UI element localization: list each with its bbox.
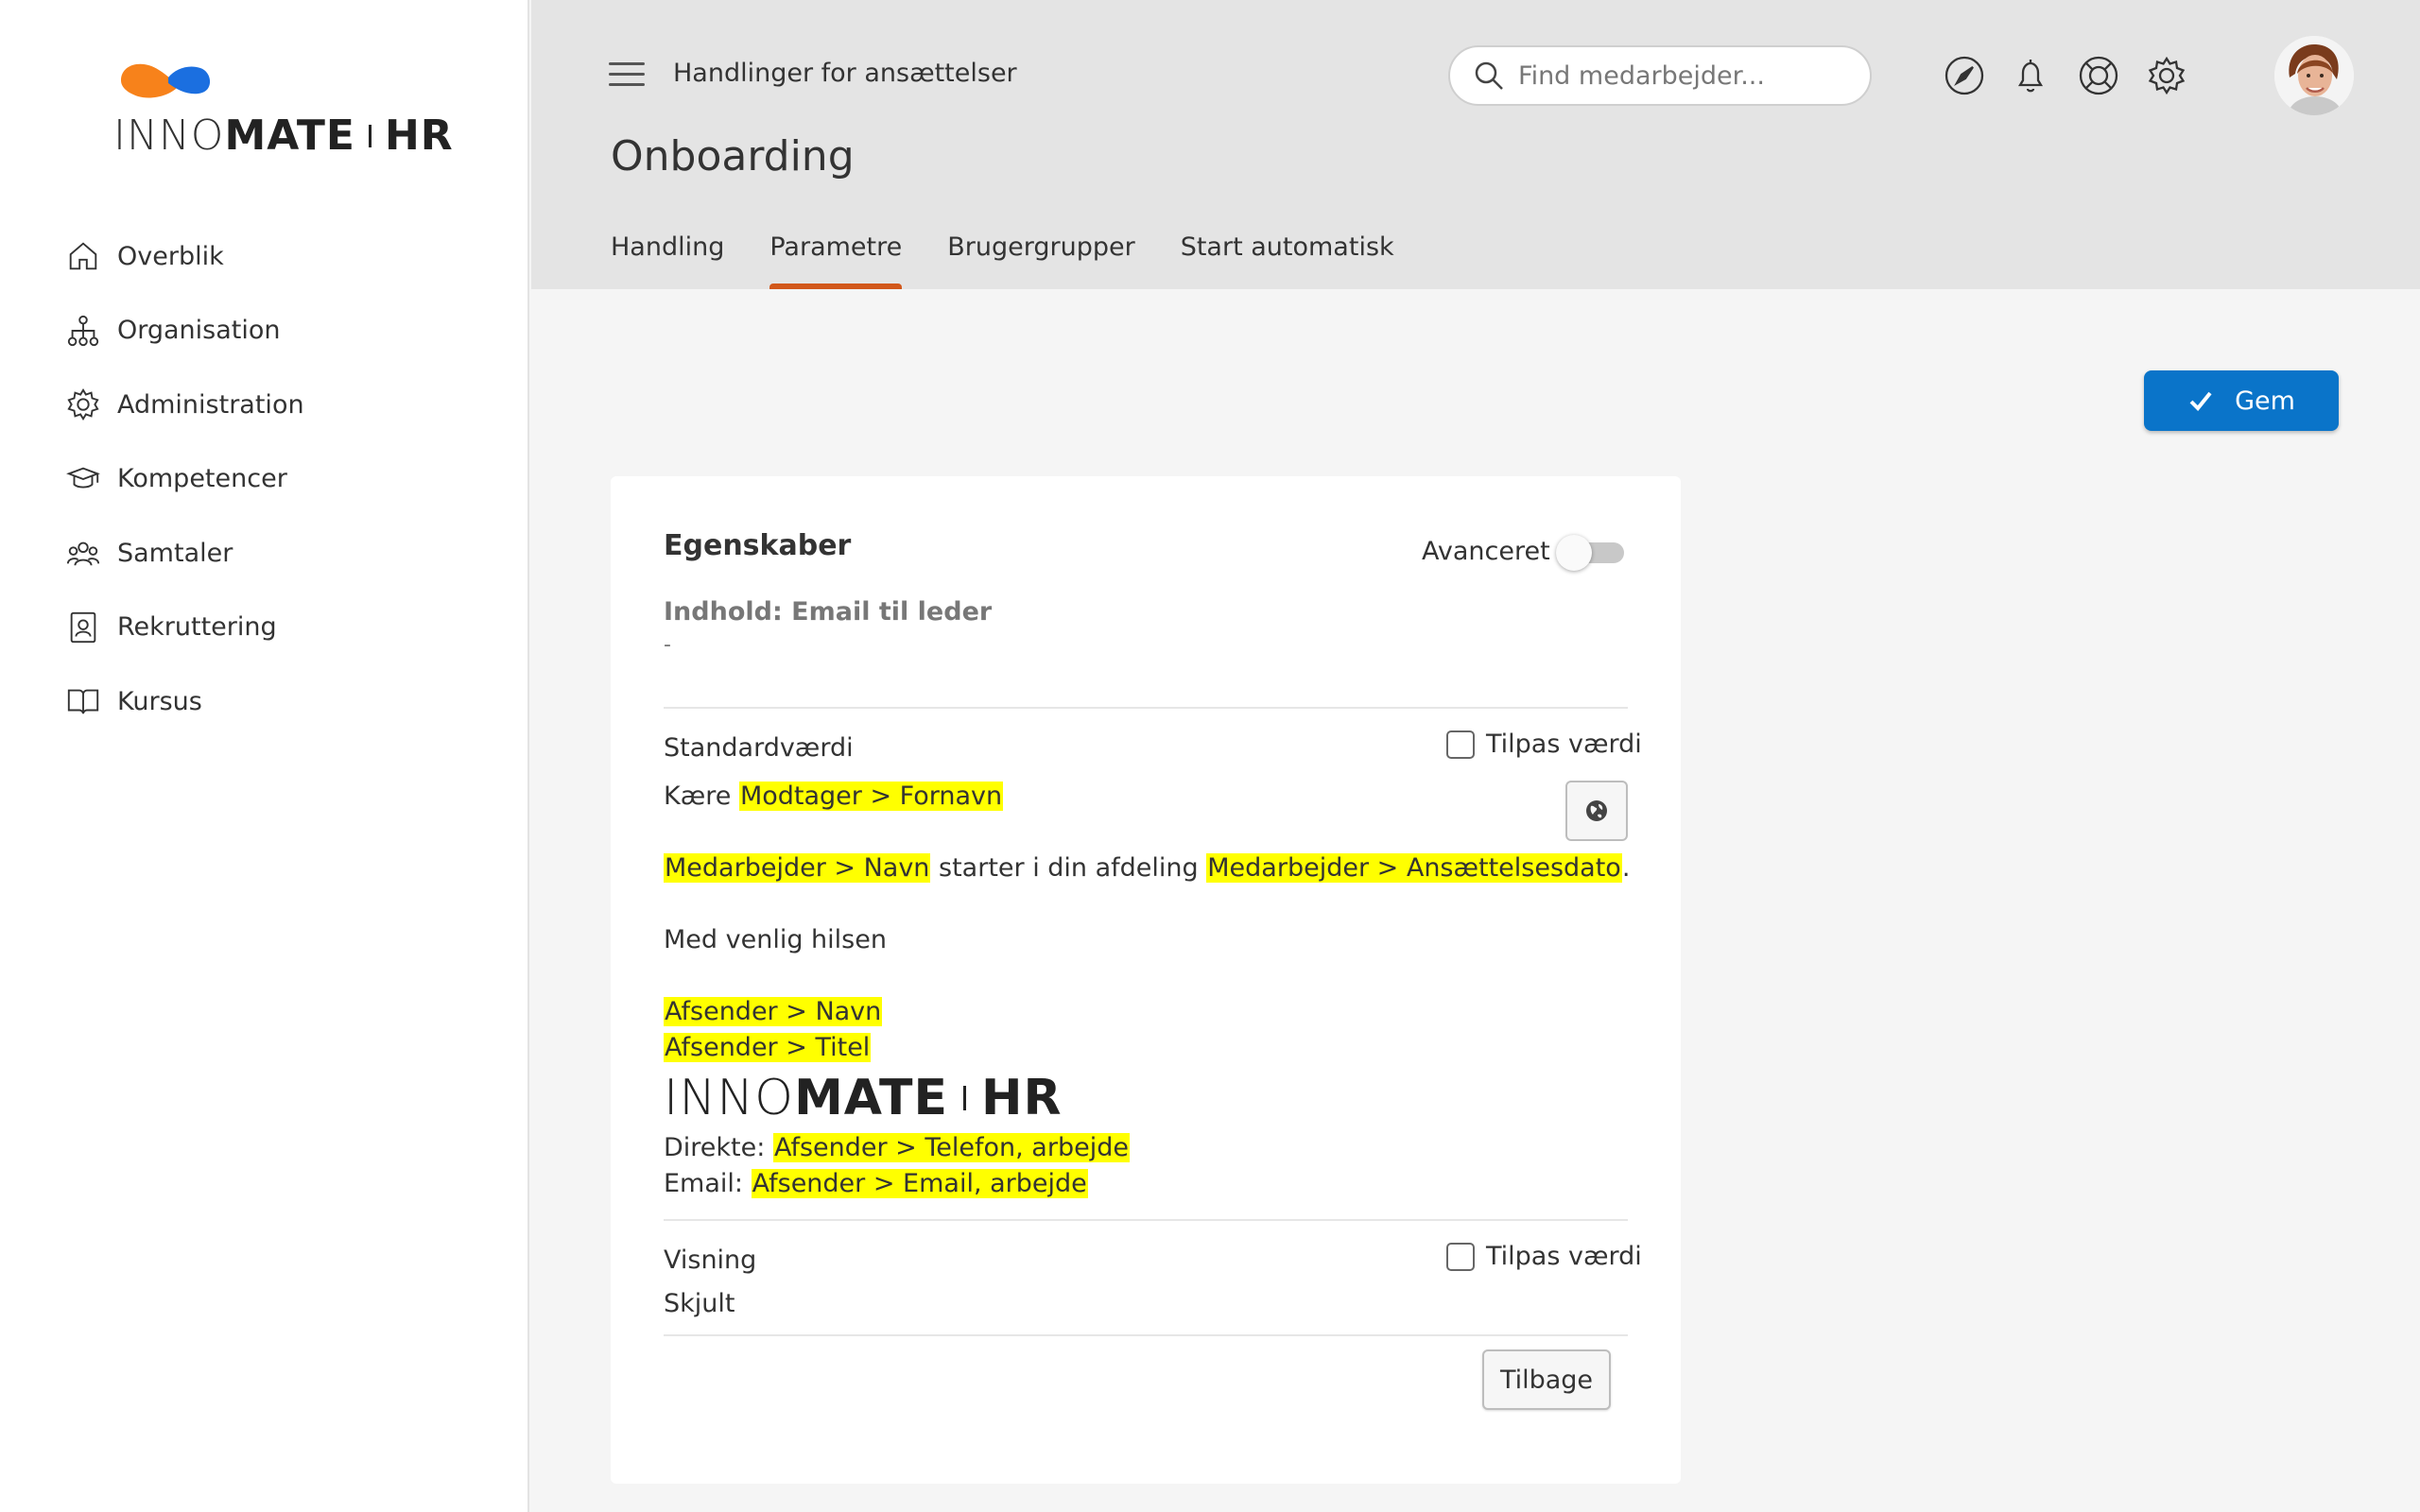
sidebar-item-label: Overblik: [117, 241, 224, 271]
breadcrumb[interactable]: Handlinger for ansættelser: [673, 59, 1017, 88]
globe-icon: [1586, 800, 1607, 821]
home-icon: [64, 237, 102, 275]
org-chart-icon: [64, 312, 102, 350]
sidebar-item-kompetencer[interactable]: Kompetencer: [64, 442, 499, 517]
display-label: Visning: [664, 1246, 757, 1275]
help-lifebuoy-icon[interactable]: [2078, 55, 2119, 96]
sidebar-item-label: Rekruttering: [117, 612, 277, 643]
sidebar-item-label: Kursus: [117, 686, 202, 716]
content-label: Indhold: Email til leder: [664, 597, 993, 627]
email-greeting-line: Kære Modtager > Fornavn: [664, 779, 1571, 815]
sidebar-item-label: Organisation: [117, 316, 281, 346]
email-address-line: Email: Afsender > Email, arbejde: [664, 1166, 1571, 1202]
bell-icon[interactable]: [2010, 55, 2051, 96]
tab-brugergrupper[interactable]: Brugergrupper: [947, 232, 1134, 289]
back-button[interactable]: Tilbage: [1482, 1349, 1611, 1410]
standard-value-email-template: Kære Modtager > Fornavn Medarbejder > Na…: [664, 779, 1630, 1202]
merge-field-recipient-first-name: Modtager > Fornavn: [738, 782, 1004, 811]
merge-field-sender-phone: Afsender > Telefon, arbejde: [772, 1133, 1130, 1162]
direct-phone-line: Direkte: Afsender > Telefon, arbejde: [664, 1130, 1571, 1166]
tab-handling[interactable]: Handling: [611, 232, 724, 289]
hamburger-menu-icon[interactable]: [609, 62, 645, 89]
card-title: Egenskaber: [664, 529, 852, 562]
graduation-cap-icon: [64, 460, 102, 498]
save-button[interactable]: Gem: [2144, 370, 2339, 431]
user-avatar-image: [2274, 36, 2354, 115]
divider: [664, 1219, 1628, 1221]
signature-logo: INNOMATE HR: [664, 1070, 1063, 1126]
logo-text: INNOMATE HR: [113, 112, 454, 160]
search-icon: [1475, 61, 1503, 90]
email-label: Email:: [664, 1169, 744, 1198]
standard-value-label: Standardværdi: [664, 733, 854, 763]
merge-field-sender-title: Afsender > Titel: [664, 1033, 872, 1062]
content-value: -: [664, 633, 671, 657]
checkmark-icon: [2189, 391, 2212, 411]
search-input[interactable]: [1518, 60, 1858, 91]
checkbox-label: Tilpas værdi: [1486, 1242, 1642, 1271]
merge-field-employment-date: Medarbejder > Ansættelsesdato: [1206, 853, 1622, 883]
language-globe-button[interactable]: [1565, 781, 1628, 841]
sidebar-item-label: Samtaler: [117, 538, 233, 568]
save-button-label: Gem: [2235, 386, 2295, 416]
page-header: Handlinger for ansættelser Onboarding Ha…: [531, 0, 2420, 289]
email-body-line: Medarbejder > Navn starter i din afdelin…: [664, 850, 1630, 886]
sidebar-item-kursus[interactable]: Kursus: [64, 664, 499, 739]
sidebar-item-samtaler[interactable]: Samtaler: [64, 516, 499, 591]
sidebar-item-organisation[interactable]: Organisation: [64, 294, 499, 369]
gear-icon: [64, 386, 102, 423]
id-badge-icon: [64, 609, 102, 646]
merge-field-employee-name: Medarbejder > Navn: [664, 853, 931, 883]
advanced-toggle[interactable]: [1556, 535, 1626, 571]
tab-start-automatisk[interactable]: Start automatisk: [1181, 232, 1394, 289]
sidebar-item-label: Administration: [117, 389, 304, 420]
people-icon: [64, 534, 102, 572]
sidebar-item-label: Kompetencer: [117, 464, 287, 494]
properties-card: Egenskaber Avanceret Indhold: Email til …: [611, 476, 1681, 1484]
display-value: Skjult: [664, 1289, 735, 1318]
display-customize-checkbox[interactable]: Tilpas værdi: [1446, 1242, 1642, 1271]
merge-field-sender-email: Afsender > Email, arbejde: [751, 1169, 1088, 1198]
tab-bar: Handling Parametre Brugergrupper Start a…: [611, 232, 1440, 289]
tab-parametre[interactable]: Parametre: [769, 232, 902, 289]
direct-label: Direkte:: [664, 1133, 766, 1162]
sidebar-item-rekruttering[interactable]: Rekruttering: [64, 591, 499, 665]
checkbox-box: [1446, 730, 1475, 759]
sidebar-item-administration[interactable]: Administration: [64, 368, 499, 442]
sidebar: INNOMATE HR Overblik Organisation Adminis…: [0, 0, 529, 1512]
divider: [664, 707, 1628, 709]
checkbox-box: [1446, 1242, 1475, 1271]
user-avatar[interactable]: [2274, 36, 2354, 115]
search-box: [1448, 45, 1872, 106]
period-text: .: [1621, 853, 1631, 883]
navigation-icon[interactable]: [1944, 55, 1985, 96]
checkbox-label: Tilpas værdi: [1486, 730, 1642, 759]
sidebar-item-overblik[interactable]: Overblik: [64, 219, 499, 294]
logo-mark-icon: [121, 63, 211, 98]
standard-customize-checkbox[interactable]: Tilpas værdi: [1446, 730, 1642, 759]
regards-line: Med venlig hilsen: [664, 925, 887, 954]
settings-gear-icon[interactable]: [2146, 55, 2187, 96]
page-title: Onboarding: [611, 132, 855, 180]
divider: [664, 1334, 1628, 1336]
advanced-toggle-label: Avanceret: [1422, 537, 1550, 566]
innomate-hr-logo[interactable]: INNOMATE HR: [113, 57, 453, 161]
toggle-knob: [1556, 535, 1592, 571]
sidebar-nav: Overblik Organisation Administration Kom…: [64, 219, 499, 739]
book-icon: [64, 682, 102, 720]
merge-field-sender-name: Afsender > Navn: [664, 997, 883, 1026]
starts-text: starter i din afdeling: [939, 853, 1199, 883]
greeting-text: Kære: [664, 782, 732, 811]
